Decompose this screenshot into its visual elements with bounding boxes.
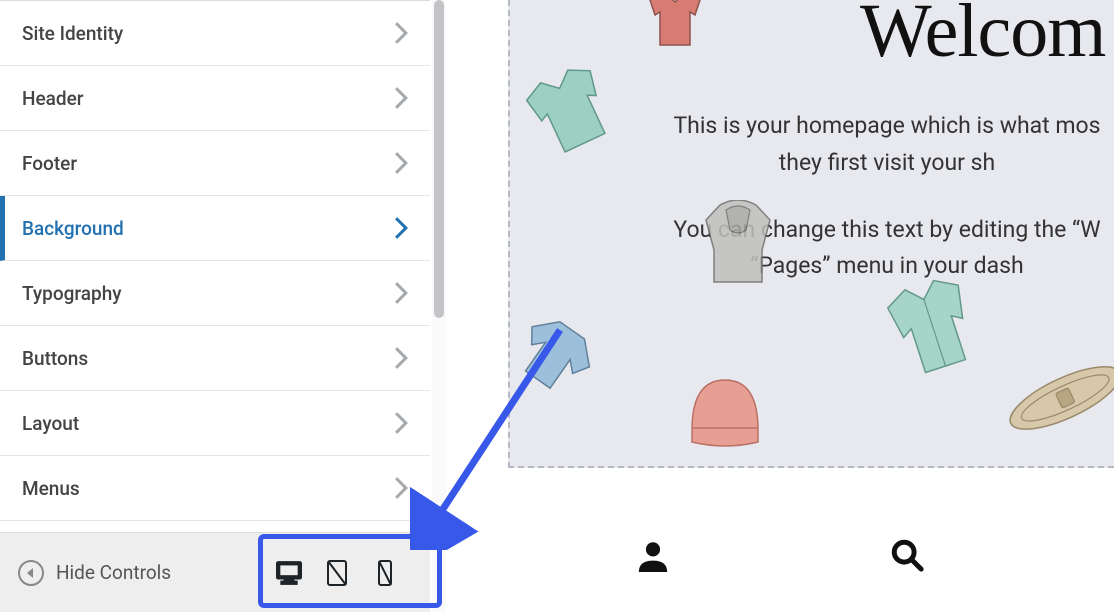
section-header[interactable]: Header (0, 66, 430, 131)
hero-line-1: This is your homepage which is what most… (660, 108, 1114, 182)
chevron-right-icon (394, 22, 408, 44)
hero-title: Welcom (860, 0, 1105, 75)
sweater-icon (507, 51, 634, 170)
section-layout[interactable]: Layout (0, 391, 430, 456)
account-icon[interactable] (636, 538, 670, 576)
search-icon[interactable] (890, 538, 924, 576)
section-footer[interactable]: Footer (0, 131, 430, 196)
customizer-section-list: Site Identity Header Footer Background T… (0, 0, 430, 532)
hide-controls-button[interactable]: Hide Controls (18, 560, 171, 586)
section-label: Typography (22, 282, 122, 305)
section-label: Header (22, 87, 84, 110)
chevron-right-icon (394, 412, 408, 434)
device-desktop-button[interactable] (276, 560, 302, 586)
section-typography[interactable]: Typography (0, 261, 430, 326)
chevron-right-icon (394, 87, 408, 109)
chevron-right-icon (394, 217, 408, 239)
customizer-sidebar: Site Identity Header Footer Background T… (0, 0, 430, 612)
section-label: Footer (22, 152, 77, 175)
section-buttons[interactable]: Buttons (0, 326, 430, 391)
section-site-identity[interactable]: Site Identity (0, 1, 430, 66)
device-preview-toggle (262, 552, 412, 594)
hero-block: Welcom This is your homepage which is wh… (508, 0, 1114, 468)
section-label: Menus (22, 477, 80, 500)
device-tablet-button[interactable] (324, 560, 350, 586)
chevron-right-icon (394, 477, 408, 499)
section-label: Site Identity (22, 22, 123, 45)
sidebar-scrollbar-thumb[interactable] (434, 0, 444, 318)
chevron-right-icon (394, 282, 408, 304)
chevron-right-icon (394, 152, 408, 174)
section-label: Buttons (22, 347, 88, 370)
beanie-icon (680, 370, 770, 455)
section-label: Layout (22, 412, 79, 435)
section-menus[interactable]: Menus (0, 456, 430, 521)
customizer-footer: Hide Controls (0, 532, 430, 612)
hide-controls-label: Hide Controls (56, 561, 171, 584)
section-label: Background (22, 217, 124, 240)
section-background[interactable]: Background (0, 196, 430, 261)
collapse-left-icon (18, 560, 44, 586)
shirt-icon (640, 0, 710, 50)
chevron-right-icon (394, 347, 408, 369)
shirt-folded-icon (502, 303, 608, 406)
preview-footer-icons (446, 502, 1114, 612)
device-mobile-button[interactable] (372, 560, 398, 586)
belt-icon (994, 345, 1114, 450)
site-preview: Welcom This is your homepage which is wh… (446, 0, 1114, 612)
hoodie-icon (690, 200, 785, 290)
